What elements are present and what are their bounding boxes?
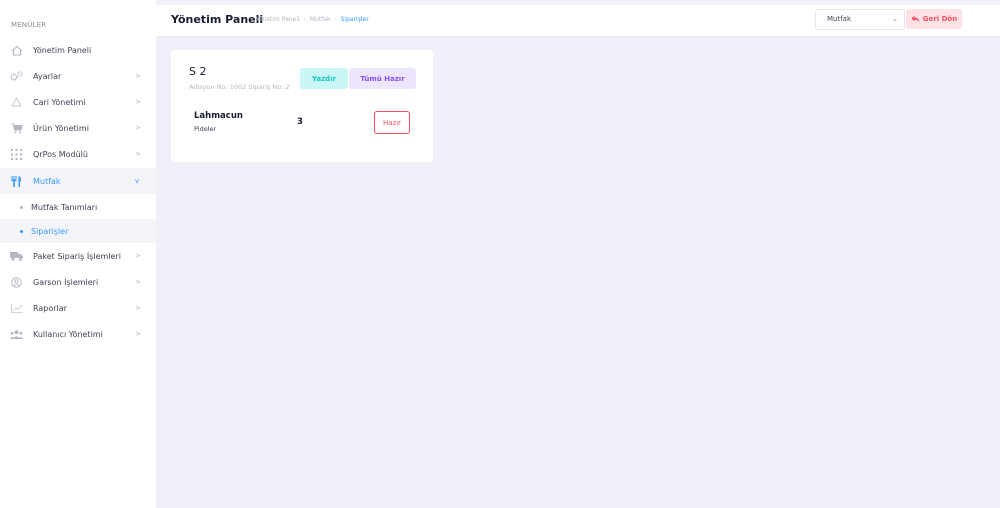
grid-icon: [10, 148, 23, 160]
chevron-right-icon: >: [135, 330, 141, 338]
chevron-down-icon: ⌄: [892, 15, 898, 23]
order-title: S 2: [189, 65, 207, 78]
kitchen-select-value: Mutfak: [827, 15, 852, 23]
bullet-icon: [20, 206, 23, 209]
chevron-right-icon: >: [135, 150, 141, 158]
back-button[interactable]: Geri Dön: [906, 9, 962, 29]
user-circle-icon: [10, 276, 23, 288]
breadcrumb-item-dashboard[interactable]: Yönetim Paneli: [256, 16, 300, 23]
chevron-right-icon: >: [135, 98, 141, 106]
sidebar-item-waiter[interactable]: Garson İşlemleri >: [0, 269, 156, 295]
chevron-right-icon: >: [135, 278, 141, 286]
sidebar-item-accounts[interactable]: Cari Yönetimi >: [0, 89, 156, 115]
order-subtitle: Adisyon No: 1002 Sipariş No: 2: [189, 83, 290, 91]
sidebar-item-label: Garson İşlemleri: [33, 277, 99, 287]
item-ready-button[interactable]: Hazır: [374, 111, 410, 134]
sidebar-item-label: Paket Sipariş İşlemleri: [33, 251, 121, 261]
sidebar-item-label: Mutfak: [33, 176, 61, 186]
sidebar-item-qrpos[interactable]: QrPos Modülü >: [0, 141, 156, 167]
chevron-right-icon: >: [135, 304, 141, 312]
sidebar-item-label: Yönetim Paneli: [33, 45, 92, 55]
sidebar-item-label: Cari Yönetimi: [33, 97, 86, 107]
order-card: S 2 Adisyon No: 1002 Sipariş No: 2 Yazdı…: [171, 50, 433, 162]
back-button-label: Geri Dön: [922, 15, 958, 23]
sidebar-subitem-orders[interactable]: Siparişler: [0, 219, 156, 243]
users-icon: [10, 328, 23, 340]
sidebar-item-kitchen[interactable]: Mutfak v: [0, 168, 156, 194]
sidebar-item-label: Raporlar: [33, 303, 67, 313]
chevron-down-icon: v: [135, 177, 140, 185]
sidebar-item-label: Kullanıcı Yönetimi: [33, 329, 103, 339]
gears-icon: [10, 70, 23, 82]
sidebar-item-reports[interactable]: Raporlar >: [0, 295, 156, 321]
all-ready-button[interactable]: Tümü Hazır: [349, 68, 416, 89]
page-title: Yönetim Paneli: [171, 13, 264, 26]
sidebar-item-label: Ayarlar: [33, 71, 62, 81]
truck-icon: [10, 250, 23, 262]
sidebar-item-products[interactable]: Ürün Yönetimi >: [0, 115, 156, 141]
sidebar-subitem-kitchen-definitions[interactable]: Mutfak Tanımları: [0, 195, 156, 219]
breadcrumb-separator: -: [334, 16, 337, 23]
chevron-right-icon: >: [135, 72, 141, 80]
sidebar-subitem-label: Mutfak Tanımları: [31, 202, 98, 212]
menu-heading: MENÜLER: [11, 21, 47, 29]
sidebar-item-settings[interactable]: Ayarlar >: [0, 63, 156, 89]
warning-icon: [10, 96, 23, 108]
breadcrumb-item-orders: Siparişler: [340, 16, 369, 23]
breadcrumb: Yönetim Paneli - Mutfak - Siparişler: [256, 16, 369, 23]
sidebar-subitem-label: Siparişler: [31, 226, 69, 236]
order-item-quantity: 3: [297, 117, 303, 127]
bullet-icon: [20, 230, 23, 233]
sidebar-item-users[interactable]: Kullanıcı Yönetimi >: [0, 321, 156, 347]
chevron-right-icon: >: [135, 124, 141, 132]
home-icon: [10, 44, 23, 56]
utensils-icon: [10, 175, 23, 187]
kitchen-select[interactable]: Mutfak ⌄: [815, 9, 905, 30]
print-button[interactable]: Yazdır: [300, 68, 348, 89]
chevron-right-icon: >: [135, 252, 141, 260]
top-header: Yönetim Paneli Yönetim Paneli - Mutfak -…: [156, 5, 1000, 36]
sidebar-item-dashboard[interactable]: Yönetim Paneli: [0, 37, 156, 63]
cart-icon: [10, 122, 23, 134]
breadcrumb-separator: -: [303, 16, 306, 23]
sidebar-item-label: Ürün Yönetimi: [33, 123, 89, 133]
reply-icon: [911, 15, 920, 23]
sidebar-item-package-orders[interactable]: Paket Sipariş İşlemleri >: [0, 243, 156, 269]
breadcrumb-item-kitchen[interactable]: Mutfak: [310, 16, 331, 23]
sidebar-item-label: QrPos Modülü: [33, 149, 88, 159]
order-item-description: Pideler: [194, 125, 217, 133]
chart-line-icon: [10, 302, 23, 314]
order-item-name: Lahmacun: [194, 111, 243, 121]
sidebar: MENÜLER Yönetim Paneli Ayarlar > Cari Yö…: [0, 0, 156, 508]
